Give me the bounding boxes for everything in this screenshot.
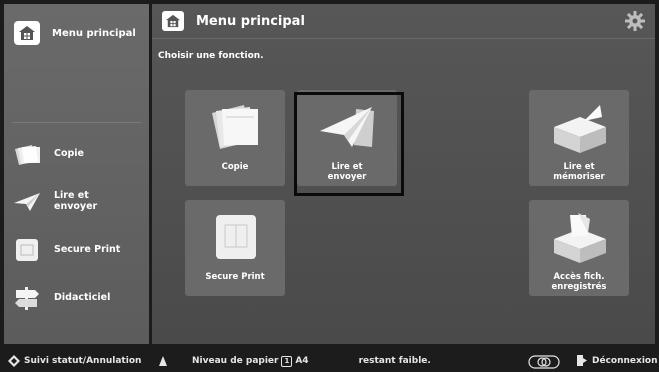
- tile-label: Accès fich. enregistrés: [551, 272, 607, 293]
- tile-label: Lire et mémoriser: [553, 162, 605, 183]
- tile-label: Secure Print: [205, 272, 265, 282]
- sidebar-item-copie[interactable]: Copie: [4, 134, 149, 174]
- paper-level-label: Niveau de papier: [192, 356, 279, 366]
- tile-copie[interactable]: Copie: [185, 90, 285, 186]
- tile-lire-memoriser[interactable]: Lire et mémoriser: [529, 90, 629, 186]
- status-diamond-icon: [8, 355, 20, 367]
- sidebar-divider: [12, 122, 141, 123]
- sidebar-item-label: Didacticiel: [54, 291, 111, 303]
- paper-size: A4: [295, 356, 309, 366]
- page-title: Menu principal: [196, 13, 305, 29]
- status-cancel-label: Suivi statut/Annulation: [24, 356, 142, 366]
- stored-files-icon: [548, 210, 610, 266]
- status-bar: Suivi statut/Annulation Niveau de papier…: [0, 350, 659, 372]
- tutorial-signpost-icon: [12, 285, 42, 311]
- tile-secure-print[interactable]: Secure Print: [185, 200, 285, 296]
- copy-icon: [12, 141, 42, 167]
- header-divider: [152, 38, 655, 39]
- sidebar-item-lire-envoyer[interactable]: Lire et envoyer: [4, 182, 149, 222]
- sidebar: Menu principal Copie Lire et envoyer Sec…: [4, 4, 149, 344]
- sidebar-item-label: Copie: [54, 147, 84, 159]
- main-panel: Menu principal Choisir une fonction. Cop…: [152, 4, 655, 344]
- sidebar-item-didacticiel[interactable]: Didacticiel: [4, 278, 149, 318]
- paper-state-text: restant faible.: [358, 356, 431, 366]
- selection-highlight: [294, 92, 404, 196]
- paper-status: Niveau de papier 1 A4 restant faible.: [158, 355, 431, 367]
- toner-status-icon: [528, 355, 560, 369]
- secure-print-icon: [204, 210, 266, 266]
- paper-warning-icon: [159, 356, 167, 366]
- tile-label: Copie: [221, 162, 249, 172]
- sidebar-item-label: Lire et envoyer: [54, 190, 98, 212]
- sidebar-home-button[interactable]: Menu principal: [4, 4, 149, 62]
- home-icon: [14, 21, 40, 45]
- home-icon: [162, 11, 184, 31]
- instruction-text: Choisir une fonction.: [158, 51, 264, 61]
- logout-icon: [577, 355, 587, 366]
- sidebar-home-label: Menu principal: [52, 27, 136, 39]
- scan-send-icon: [12, 189, 42, 215]
- sidebar-item-secure-print[interactable]: Secure Print: [4, 230, 149, 270]
- status-cancel-button[interactable]: Suivi statut/Annulation: [8, 355, 141, 367]
- device-screen: Menu principal Copie Lire et envoyer Sec…: [0, 0, 659, 372]
- scan-store-icon: [548, 100, 610, 156]
- logout-button[interactable]: Déconnexion: [577, 355, 658, 366]
- toner-status-button[interactable]: [528, 355, 560, 369]
- paper-tray-badge: 1: [281, 355, 293, 367]
- main-header: Menu principal: [152, 4, 655, 38]
- secure-print-icon: [12, 237, 42, 263]
- logout-label: Déconnexion: [592, 355, 658, 366]
- sidebar-item-label: Secure Print: [54, 243, 121, 255]
- gear-icon[interactable]: [625, 11, 645, 31]
- copy-icon: [204, 100, 266, 156]
- tile-acces-fichiers[interactable]: Accès fich. enregistrés: [529, 200, 629, 296]
